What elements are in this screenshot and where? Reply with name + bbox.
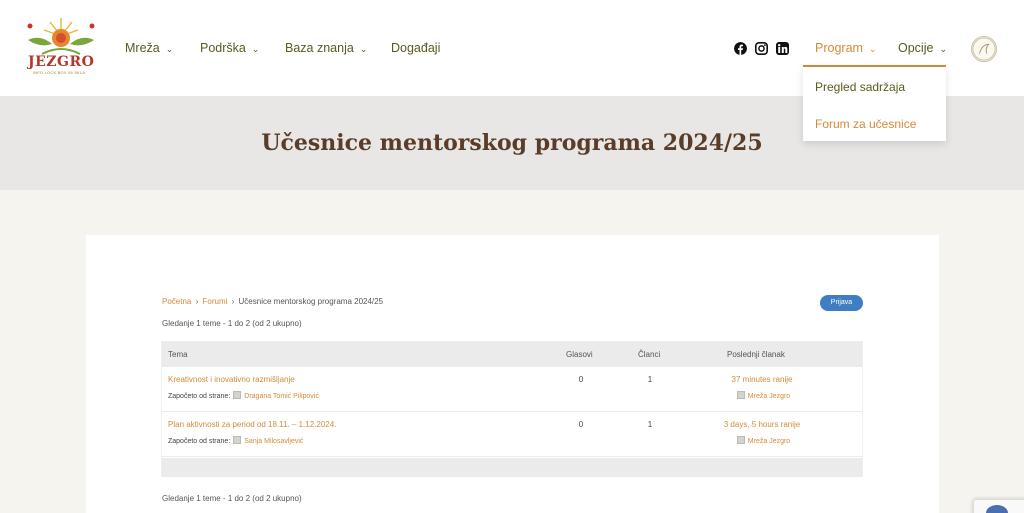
last-post-author: Mreža Jezgro: [682, 391, 842, 400]
chevron-down-icon: ⌄: [868, 44, 877, 54]
linkedin-icon[interactable]: [776, 42, 789, 55]
last-post-author-link[interactable]: Mreža Jezgro: [748, 438, 790, 445]
chevron-down-icon: ⌄: [251, 44, 260, 54]
topic-started-by: Započeto od strane: Dragana Tomić Pilipov…: [168, 391, 319, 400]
breadcrumb-home-link[interactable]: Početna: [162, 297, 191, 306]
table-footer: [162, 458, 862, 477]
nav-item-label: Program: [815, 41, 863, 55]
breadcrumb-separator: ›: [195, 297, 199, 306]
nav-item-dogadjaji[interactable]: Događaji: [391, 41, 440, 55]
table-row: Plan aktivnosti za period od 18.11. – 1.…: [162, 412, 862, 457]
pagination-count-top: Gledanje 1 teme - 1 do 2 (od 2 ukupno): [162, 319, 302, 328]
forum-topics-table: Tema Glasovi Članci Poslednji članak Kre…: [161, 341, 863, 477]
recaptcha-icon: [986, 505, 1008, 513]
dropdown-item-pregled-sadrzaja[interactable]: Pregled sadržaja: [815, 80, 905, 94]
dropdown-item-forum-za-ucesnice[interactable]: Forum za učesnice: [815, 117, 916, 131]
nav-item-label: Događaji: [391, 41, 441, 55]
topic-voices-count: 0: [578, 375, 584, 384]
chevron-down-icon: ⌄: [939, 44, 947, 54]
chevron-down-icon: ⌄: [359, 44, 368, 54]
last-post-time-link[interactable]: 3 days, 5 hours ranije: [682, 420, 842, 429]
table-header: Tema Glasovi Članci Poslednji članak: [162, 342, 862, 367]
column-header-topic: Tema: [168, 350, 188, 359]
author-avatar-icon[interactable]: [736, 436, 745, 444]
user-avatar-icon[interactable]: [971, 36, 997, 62]
author-avatar-icon[interactable]: [233, 391, 242, 399]
started-by-label: Započeto od strane:: [168, 438, 231, 445]
instagram-icon[interactable]: [755, 42, 768, 55]
nav-item-label: Opcije: [898, 41, 934, 55]
nav-item-label: Baza znanja: [285, 41, 354, 55]
breadcrumb-forums-link[interactable]: Forumi: [203, 297, 228, 306]
topic-title-link[interactable]: Plan aktivnosti za period od 18.11. – 1.…: [168, 420, 336, 429]
breadcrumb-current: Učesnice mentorskog programa 2024/25: [238, 297, 384, 306]
last-post-time-link[interactable]: 37 minutes ranije: [682, 375, 842, 384]
topic-started-by: Započeto od strane: Sanja Milosavljević: [168, 436, 303, 445]
recaptcha-badge[interactable]: [973, 499, 1024, 513]
nav-item-baza-znanja[interactable]: Baza znanja ⌄: [285, 41, 367, 55]
last-post-author-link[interactable]: Mreža Jezgro: [748, 393, 790, 400]
last-post-author: Mreža Jezgro: [682, 436, 842, 445]
chevron-down-icon: ⌄: [165, 44, 174, 54]
login-button[interactable]: Prijava: [820, 295, 863, 311]
author-avatar-icon[interactable]: [736, 391, 745, 399]
breadcrumb-separator: ›: [231, 297, 235, 306]
column-header-posts: Članci: [638, 350, 661, 359]
nav-item-podrska[interactable]: Podrška ⌄: [200, 41, 259, 55]
facebook-icon[interactable]: [734, 42, 747, 55]
table-row: Kreativnost i inovativno razmišljanje Za…: [162, 367, 862, 412]
topic-posts-count: 1: [647, 420, 653, 429]
nav-item-opcije[interactable]: Opcije ⌄: [898, 41, 947, 55]
nav-item-label: Mreža: [125, 41, 160, 55]
column-header-last-post: Poslednji članak: [727, 350, 785, 359]
pagination-count-bottom: Gledanje 1 teme - 1 do 2 (od 2 ukupno): [162, 494, 302, 503]
column-header-voices: Glasovi: [566, 350, 593, 359]
topic-author-link[interactable]: Sanja Milosavljević: [244, 438, 303, 445]
nav-item-label: Podrška: [200, 41, 246, 55]
nav-item-program[interactable]: Program ⌄: [815, 41, 876, 55]
nav-item-mreza[interactable]: Mreža ⌄: [125, 41, 173, 55]
topic-title-link[interactable]: Kreativnost i inovativno razmišljanje: [168, 375, 295, 384]
topic-posts-count: 1: [647, 375, 653, 384]
topic-author-link[interactable]: Dragana Tomić Pilipović: [244, 393, 319, 400]
logo-wordmark: JEZGRO: [28, 54, 95, 70]
logo-tagline: INFO LOCK BOX 06 SKLA: [33, 70, 86, 75]
breadcrumb: Početna › Forumi › Učesnice mentorskog p…: [162, 297, 383, 306]
topic-voices-count: 0: [578, 420, 584, 429]
started-by-label: Započeto od strane:: [168, 393, 231, 400]
program-dropdown-menu: Pregled sadržaja Forum za učesnice: [803, 67, 946, 141]
author-avatar-icon[interactable]: [233, 436, 242, 444]
